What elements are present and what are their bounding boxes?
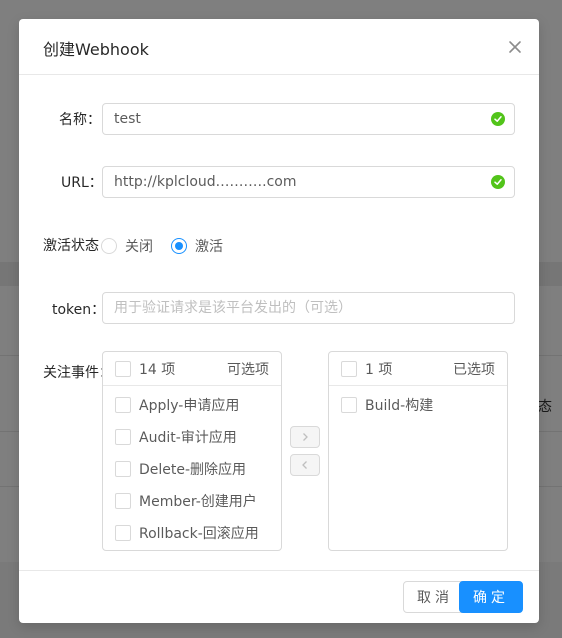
item-label: Build-构建	[365, 398, 434, 414]
create-webhook-modal: 创建Webhook 名称： test URL： http://kplcloud.…	[19, 19, 539, 623]
item-label: Audit-审计应用	[139, 430, 237, 446]
modal-footer: 取消 确定	[19, 570, 539, 623]
check-circle-icon	[491, 112, 505, 126]
item-label: Rollback-回滚应用	[139, 526, 259, 542]
url-label: URL：	[61, 175, 103, 191]
radio-button-checked[interactable]	[171, 238, 187, 254]
list-title: 可选项	[227, 361, 269, 378]
item-checkbox[interactable]	[115, 493, 131, 509]
transfer-source-list: 14 项 可选项 Apply-申请应用 Audit-审计应用 Delete-删除…	[102, 351, 282, 551]
transfer-source-body: Apply-申请应用 Audit-审计应用 Delete-删除应用 Member…	[103, 386, 281, 549]
list-item[interactable]: Delete-删除应用	[103, 453, 281, 485]
list-item[interactable]: Member-创建用户	[103, 485, 281, 517]
token-placeholder: 用于验证请求是该平台发出的（可选）	[114, 300, 352, 316]
transfer-source-header: 14 项 可选项	[103, 352, 281, 386]
list-item[interactable]: Audit-审计应用	[103, 421, 281, 453]
item-checkbox[interactable]	[115, 397, 131, 413]
status-label: 激活状态	[43, 238, 99, 254]
item-count: 1 项	[365, 361, 393, 378]
name-label: 名称：	[59, 112, 101, 128]
radio-label: 关闭	[125, 239, 153, 255]
check-circle-icon	[491, 175, 505, 189]
modal-header: 创建Webhook	[19, 19, 539, 75]
chevron-left-icon	[302, 461, 307, 469]
transfer-target-list: 1 项 已选项 Build-构建	[328, 351, 508, 551]
transfer-target-header: 1 项 已选项	[329, 352, 507, 386]
move-left-button[interactable]	[290, 454, 320, 476]
list-item[interactable]: Rollback-回滚应用	[103, 517, 281, 549]
url-input-value: http://kplcloud.……….com	[114, 174, 297, 190]
list-item[interactable]: Apply-申请应用	[103, 389, 281, 421]
url-input[interactable]: http://kplcloud.……….com	[102, 166, 515, 198]
list-item[interactable]: Build-构建	[329, 389, 507, 421]
modal-title: 创建Webhook	[43, 40, 149, 59]
select-all-checkbox[interactable]	[115, 360, 131, 377]
transfer-target-body: Build-构建	[329, 386, 507, 421]
token-label: token：	[52, 302, 106, 318]
token-input[interactable]: 用于验证请求是该平台发出的（可选）	[102, 292, 515, 324]
item-checkbox[interactable]	[115, 461, 131, 477]
item-label: Delete-删除应用	[139, 462, 247, 478]
close-icon[interactable]	[503, 35, 527, 59]
status-radio-group: 关闭 激活	[101, 236, 241, 256]
item-checkbox[interactable]	[341, 397, 357, 413]
radio-button[interactable]	[101, 238, 117, 254]
item-label: Member-创建用户	[139, 494, 257, 510]
radio-label: 激活	[195, 239, 223, 255]
list-title: 已选项	[453, 361, 495, 378]
move-right-button[interactable]	[290, 426, 320, 448]
background-cell-text: 态	[538, 399, 552, 415]
radio-option-active[interactable]: 激活	[171, 236, 223, 256]
name-input[interactable]: test	[102, 103, 515, 135]
cancel-button[interactable]: 取消	[403, 581, 467, 613]
select-all-checkbox[interactable]	[341, 360, 357, 377]
ok-button[interactable]: 确定	[459, 581, 523, 613]
item-label: Apply-申请应用	[139, 398, 240, 414]
name-input-value: test	[114, 111, 141, 127]
item-checkbox[interactable]	[115, 525, 131, 541]
radio-option-closed[interactable]: 关闭	[101, 236, 153, 256]
chevron-right-icon	[303, 433, 308, 441]
item-checkbox[interactable]	[115, 429, 131, 445]
item-count: 14 项	[139, 361, 176, 378]
